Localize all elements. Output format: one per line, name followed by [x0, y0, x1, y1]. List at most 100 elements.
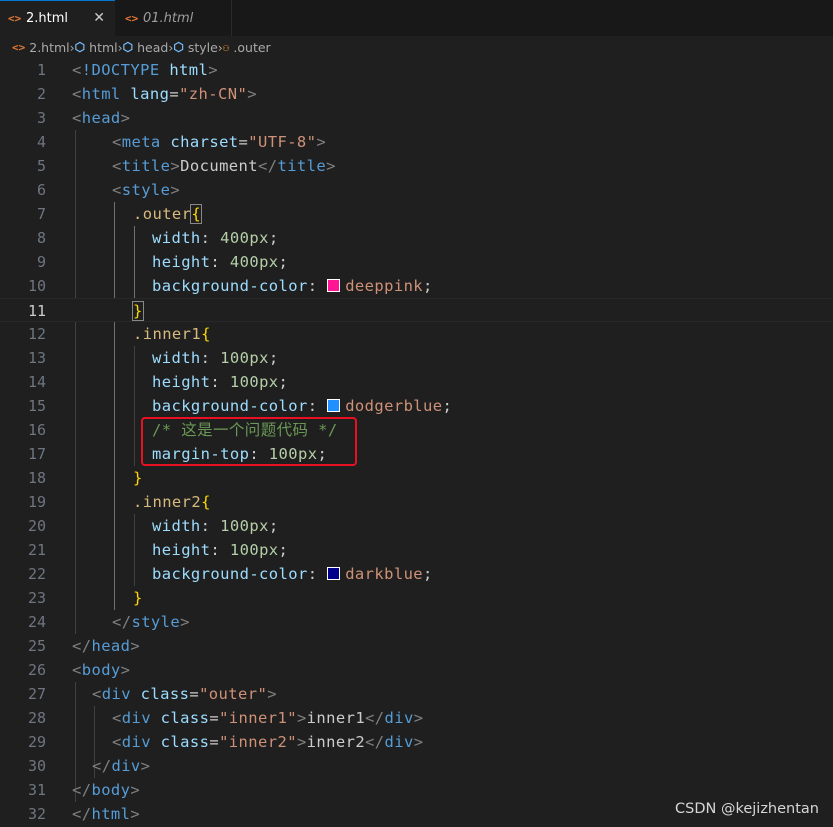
- line-number: 19: [27, 493, 46, 511]
- line-number: 21: [27, 541, 46, 559]
- code-line: 4 <meta charset="UTF-8">: [0, 130, 833, 154]
- line-number: 11: [27, 302, 46, 320]
- code-text: width: 400px;: [152, 229, 279, 247]
- code-line: 15 background-color: dodgerblue;: [0, 394, 833, 418]
- code-text: </body>: [72, 781, 141, 799]
- line-number: 27: [27, 685, 46, 703]
- code-text: height: 400px;: [152, 253, 289, 271]
- code-line: 12 .inner1{: [0, 322, 833, 346]
- color-swatch-darkblue[interactable]: [327, 567, 341, 580]
- code-text: height: 100px;: [152, 541, 289, 559]
- cube-icon: ⬡: [122, 40, 134, 54]
- code-line: 30 </div>: [0, 754, 833, 778]
- code-text: <div class="outer">: [92, 685, 277, 703]
- html-file-icon: <>: [125, 11, 139, 25]
- tab-01-html[interactable]: <> 01.html: [115, 0, 232, 36]
- code-text: <html lang="zh-CN">: [72, 85, 257, 103]
- close-icon[interactable]: ✕: [93, 10, 105, 26]
- html-file-icon: <>: [8, 12, 22, 25]
- code-text: background-color: darkblue;: [152, 565, 433, 583]
- code-line: 17 margin-top: 100px;: [0, 442, 833, 466]
- code-text: <style>: [112, 181, 181, 199]
- color-swatch-dodgerblue[interactable]: [327, 399, 341, 412]
- line-number: 7: [36, 205, 46, 223]
- code-line: 7 .outer{: [0, 202, 833, 226]
- line-number: 2: [36, 85, 46, 103]
- line-number: 12: [27, 325, 46, 343]
- line-number: 20: [27, 517, 46, 535]
- code-text: <head>: [72, 109, 131, 127]
- line-number: 16: [27, 421, 46, 439]
- code-text: </style>: [112, 613, 190, 631]
- breadcrumb-item-file[interactable]: <> 2.html: [12, 40, 70, 55]
- code-line: 26 <body>: [0, 658, 833, 682]
- code-line: 10 background-color: deeppink;: [0, 274, 833, 298]
- line-number: 32: [27, 805, 46, 823]
- code-text: <body>: [72, 661, 131, 679]
- code-line: 3 <head>: [0, 106, 833, 130]
- color-swatch-deeppink[interactable]: [327, 279, 341, 292]
- code-text: <!DOCTYPE html>: [72, 61, 218, 79]
- code-line: 19 .inner2{: [0, 490, 833, 514]
- breadcrumb-item-style[interactable]: ⬡ style: [173, 40, 217, 55]
- line-number: 30: [27, 757, 46, 775]
- code-line: 24 </style>: [0, 610, 833, 634]
- code-line: 9 height: 400px;: [0, 250, 833, 274]
- line-number: 1: [36, 61, 46, 79]
- code-line: 5 <title>Document</title>: [0, 154, 833, 178]
- line-number: 3: [36, 109, 46, 127]
- breadcrumb-item-outer[interactable]: ⚇ .outer: [223, 40, 271, 55]
- code-line: 28 <div class="inner1">inner1</div>: [0, 706, 833, 730]
- code-line: 1 <!DOCTYPE html>: [0, 58, 833, 82]
- code-text: background-color: dodgerblue;: [152, 397, 453, 415]
- code-editor[interactable]: 1 <!DOCTYPE html> 2 <html lang="zh-CN"> …: [0, 58, 833, 827]
- code-text: }: [133, 469, 143, 487]
- tab-label: 2.html: [26, 11, 69, 26]
- code-line: 8 width: 400px;: [0, 226, 833, 250]
- code-text: background-color: deeppink;: [152, 277, 433, 295]
- line-number: 9: [36, 253, 46, 271]
- line-number: 22: [27, 565, 46, 583]
- line-number: 15: [27, 397, 46, 415]
- code-line: 16 /* 这是一个问题代码 */: [0, 418, 833, 442]
- code-text: width: 100px;: [152, 349, 279, 367]
- symbol-class-icon: ⚇: [222, 40, 230, 54]
- code-line: 27 <div class="outer">: [0, 682, 833, 706]
- code-line: 22 background-color: darkblue;: [0, 562, 833, 586]
- code-text: .inner1{: [133, 325, 211, 343]
- code-text: <meta charset="UTF-8">: [112, 133, 327, 151]
- tab-2-html[interactable]: <> 2.html ✕: [0, 0, 115, 36]
- line-number: 28: [27, 709, 46, 727]
- code-line: 14 height: 100px;: [0, 370, 833, 394]
- cube-icon: ⬡: [173, 40, 184, 54]
- breadcrumb: <> 2.html › ⬡ html › ⬡ head › ⬡ style › …: [0, 36, 833, 58]
- code-text: height: 100px;: [152, 373, 289, 391]
- line-number: 26: [27, 661, 46, 679]
- code-line: 31 </body>: [0, 778, 833, 802]
- code-line-current: 11 }: [0, 298, 833, 322]
- tab-label: 01.html: [143, 10, 194, 26]
- code-line: 20 width: 100px;: [0, 514, 833, 538]
- code-line: 23 }: [0, 586, 833, 610]
- code-text: <div class="inner2">inner2</div>: [112, 733, 424, 751]
- code-text: <title>Document</title>: [112, 157, 336, 175]
- code-text: </head>: [72, 637, 141, 655]
- html-file-icon: <>: [12, 40, 26, 54]
- breadcrumb-item-head[interactable]: ⬡ head: [123, 40, 169, 55]
- line-number: 8: [36, 229, 46, 247]
- code-text: }: [132, 301, 144, 321]
- code-text: .inner2{: [133, 493, 211, 511]
- watermark-text: CSDN @kejizhentan: [675, 801, 819, 817]
- code-line: 13 width: 100px;: [0, 346, 833, 370]
- breadcrumb-item-html[interactable]: ⬡ html: [75, 40, 118, 55]
- code-text: </div>: [92, 757, 151, 775]
- code-line: 21 height: 100px;: [0, 538, 833, 562]
- cube-icon: ⬡: [74, 40, 86, 54]
- code-line: 29 <div class="inner2">inner2</div>: [0, 730, 833, 754]
- line-number: 6: [36, 181, 46, 199]
- code-text: .outer{: [133, 204, 203, 224]
- code-line: 25 </head>: [0, 634, 833, 658]
- line-number: 29: [27, 733, 46, 751]
- line-number: 13: [27, 349, 46, 367]
- line-number: 24: [27, 613, 46, 631]
